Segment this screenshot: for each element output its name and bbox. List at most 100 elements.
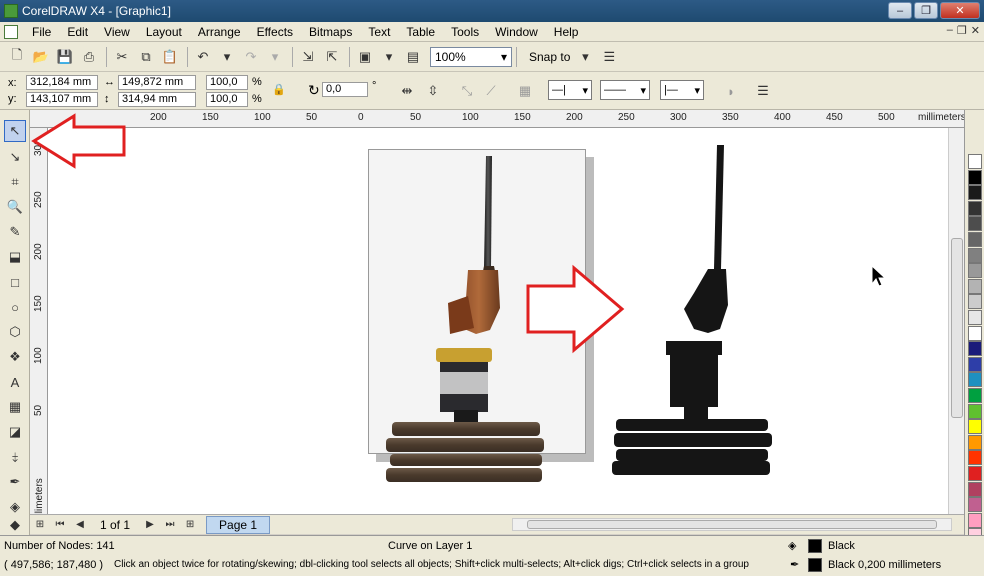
fill-color-chip[interactable] — [808, 539, 822, 553]
palette-swatch[interactable] — [968, 310, 982, 325]
zoom-level-select[interactable]: 100% ▾ — [430, 46, 512, 67]
doc-restore-icon[interactable]: ❐ — [957, 24, 967, 37]
smart-fill-tool-icon[interactable]: ⬓ — [4, 246, 26, 268]
add-page-after-icon[interactable]: ⊞ — [183, 518, 197, 532]
palette-swatch[interactable] — [968, 185, 982, 201]
horizontal-scroll-thumb[interactable] — [527, 520, 937, 529]
palette-swatch[interactable] — [968, 403, 982, 419]
freehand-tool-icon[interactable]: ✎ — [4, 221, 26, 243]
mirror-vertical-icon[interactable]: ⇳ — [422, 80, 444, 102]
menu-help[interactable]: Help — [546, 25, 587, 39]
palette-swatch[interactable] — [968, 434, 982, 450]
add-page-before-icon[interactable]: ⊞ — [33, 518, 47, 532]
palette-swatch[interactable] — [968, 154, 982, 169]
crop-tool-icon[interactable]: ⌗ — [4, 171, 26, 193]
palette-swatch[interactable] — [968, 216, 982, 232]
width-field[interactable]: 149,872 mm — [118, 75, 196, 90]
rotation-angle-field[interactable]: 0,0 — [322, 82, 368, 97]
import-icon[interactable]: ⇲ — [297, 46, 319, 68]
y-position-field[interactable]: 143,107 mm — [26, 92, 98, 107]
open-folder-icon[interactable]: 📂 — [30, 46, 52, 68]
palette-swatch[interactable] — [968, 169, 982, 185]
menu-arrange[interactable]: Arrange — [190, 25, 249, 39]
start-arrowhead-select[interactable]: —| ▾ — [548, 80, 592, 100]
vertical-scrollbar[interactable] — [948, 128, 964, 514]
to-curves-icon[interactable]: ⤡ — [456, 80, 478, 102]
palette-swatch[interactable] — [968, 294, 982, 310]
polygon-tool-icon[interactable]: ⬡ — [4, 321, 26, 343]
menu-bitmaps[interactable]: Bitmaps — [301, 25, 360, 39]
palette-swatch[interactable] — [968, 247, 982, 263]
line-style-select[interactable]: —— ▾ — [600, 80, 650, 100]
menu-table[interactable]: Table — [398, 25, 443, 39]
first-page-icon[interactable]: ⏮ — [53, 518, 67, 532]
palette-swatch[interactable] — [968, 200, 982, 216]
prev-page-icon[interactable]: ◀ — [73, 518, 87, 532]
basic-shapes-tool-icon[interactable]: ❖ — [4, 346, 26, 368]
undo-icon[interactable]: ↶ — [192, 46, 214, 68]
palette-swatch[interactable] — [968, 419, 982, 435]
palette-swatch[interactable] — [968, 278, 982, 294]
eyedropper-tool-icon[interactable]: ⤈ — [4, 446, 26, 468]
doc-minimize-icon[interactable]: – — [947, 24, 953, 37]
vertical-scroll-thumb[interactable] — [951, 238, 963, 418]
application-launcher-icon[interactable]: ▣ — [354, 46, 376, 68]
statue-photo[interactable] — [378, 148, 548, 493]
text-tool-icon[interactable]: A — [4, 371, 26, 393]
ellipse-tool-icon[interactable]: ○ — [4, 296, 26, 318]
doc-close-icon[interactable]: ✕ — [971, 24, 980, 37]
menu-edit[interactable]: Edit — [59, 25, 96, 39]
last-page-icon[interactable]: ⏭ — [163, 518, 177, 532]
new-document-icon[interactable]: 🗋 — [6, 46, 28, 68]
scale-y-field[interactable]: 100,0 — [206, 92, 248, 107]
next-page-icon[interactable]: ▶ — [143, 518, 157, 532]
drawing-canvas[interactable] — [48, 128, 948, 514]
redo-dropdown-icon[interactable]: ▾ — [264, 46, 286, 68]
menu-view[interactable]: View — [96, 25, 138, 39]
outline-tool-icon[interactable]: ✒ — [4, 471, 26, 493]
menu-tools[interactable]: Tools — [443, 25, 487, 39]
copy-icon[interactable]: ⧉ — [135, 46, 157, 68]
statue-silhouette[interactable] — [608, 143, 778, 478]
x-position-field[interactable]: 312,184 mm — [26, 75, 98, 90]
menu-text[interactable]: Text — [360, 25, 398, 39]
mirror-horizontal-icon[interactable]: ⇹ — [396, 80, 418, 102]
cut-icon[interactable]: ✂ — [111, 46, 133, 68]
print-icon[interactable]: ⎙ — [78, 46, 100, 68]
palette-swatch[interactable] — [968, 466, 982, 481]
outline-pen-icon[interactable]: ☰ — [752, 80, 774, 102]
menu-window[interactable]: Window — [487, 25, 546, 39]
zoom-tool-icon[interactable]: 🔍 — [4, 196, 26, 218]
minimize-button[interactable]: – — [888, 2, 912, 19]
lock-ratio-icon[interactable]: 🔒 — [272, 83, 286, 96]
palette-swatch[interactable] — [968, 388, 982, 403]
snap-dropdown-icon[interactable]: ▾ — [574, 46, 596, 68]
table-tool-icon[interactable]: ▦ — [4, 396, 26, 418]
palette-swatch[interactable] — [968, 341, 982, 357]
shape-tool-icon[interactable]: ↘ — [4, 146, 26, 168]
palette-swatch[interactable] — [968, 512, 982, 528]
fill-tool-icon[interactable]: ◈ — [4, 496, 26, 518]
close-button[interactable]: ✕ — [940, 2, 980, 19]
page-tab[interactable]: Page 1 — [206, 515, 271, 534]
palette-swatch[interactable] — [968, 263, 982, 279]
palette-swatch[interactable] — [968, 481, 982, 497]
palette-swatch[interactable] — [968, 497, 982, 513]
welcome-screen-icon[interactable]: ▤ — [402, 46, 424, 68]
restore-button[interactable]: ❐ — [914, 2, 938, 19]
pick-tool-icon[interactable]: ↖ — [4, 120, 26, 142]
menu-effects[interactable]: Effects — [249, 25, 301, 39]
interactive-blend-tool-icon[interactable]: ◪ — [4, 421, 26, 443]
save-icon[interactable]: 💾 — [54, 46, 76, 68]
scale-x-field[interactable]: 100,0 — [206, 75, 248, 90]
interactive-fill-tool-icon[interactable]: ◆ — [4, 517, 26, 532]
outline-color-chip[interactable] — [808, 558, 822, 572]
launcher-dropdown-icon[interactable]: ▾ — [378, 46, 400, 68]
close-curve-icon[interactable]: ◗ — [720, 80, 742, 102]
redo-icon[interactable]: ↷ — [240, 46, 262, 68]
undo-dropdown-icon[interactable]: ▾ — [216, 46, 238, 68]
wrap-paragraph-icon[interactable]: ▦ — [514, 80, 536, 102]
height-field[interactable]: 314,94 mm — [118, 92, 196, 107]
palette-swatch[interactable] — [968, 232, 982, 247]
snap-to-button[interactable]: Snap to — [529, 50, 570, 64]
